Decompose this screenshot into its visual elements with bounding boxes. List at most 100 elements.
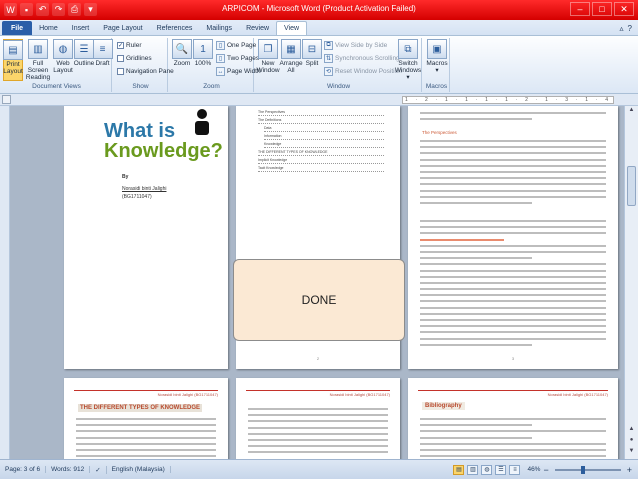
- next-page-icon[interactable]: ▼: [627, 448, 636, 457]
- tab-page-layout[interactable]: Page Layout: [96, 21, 149, 35]
- browse-object-icon[interactable]: ●: [627, 437, 636, 446]
- word-count-status[interactable]: Words: 912: [46, 466, 91, 473]
- minimize-button[interactable]: –: [570, 2, 590, 16]
- full-screen-view-icon[interactable]: ▥: [467, 464, 479, 475]
- tab-insert[interactable]: Insert: [65, 21, 97, 35]
- navigation-pane-checkbox[interactable]: Navigation Pane: [117, 68, 174, 75]
- switch-windows-button[interactable]: ⧉ Switch Windows ▾: [395, 39, 421, 81]
- body-text-block: [420, 110, 606, 126]
- tab-view[interactable]: View: [276, 21, 308, 35]
- person-icon: [195, 109, 209, 135]
- hundred-percent-icon: 1: [193, 39, 213, 59]
- group-label-window: Window: [326, 83, 351, 90]
- status-bar: Page: 3 of 6 Words: 912 ✓ English (Malay…: [0, 459, 638, 479]
- toc-row[interactable]: Information: [264, 134, 384, 140]
- scroll-up-icon[interactable]: ▲: [627, 107, 636, 116]
- vertical-ruler[interactable]: [0, 106, 10, 459]
- macros-button[interactable]: ▣ Macros ▾: [426, 39, 448, 74]
- full-screen-reading-button[interactable]: ▥ Full Screen Reading: [25, 39, 51, 81]
- horizontal-ruler[interactable]: 1 · 2 · 1 · 1 · 1 · 1 · 2 · 1 · 3 · 1 · …: [0, 94, 638, 106]
- minimize-ribbon-icon[interactable]: ▵: [620, 24, 624, 33]
- cover-title-knowledge: Knowledge?: [104, 140, 223, 162]
- maximize-button[interactable]: □: [592, 2, 612, 16]
- toc-row[interactable]: Tacit Knowledge: [258, 166, 384, 172]
- group-label-show: Show: [132, 83, 149, 90]
- web-layout-button[interactable]: ◍ Web Layout: [53, 39, 73, 74]
- help-icon[interactable]: ?: [628, 24, 632, 33]
- ruler-scale: 1 · 2 · 1 · 1 · 1 · 1 · 2 · 1 · 3 · 1 · …: [402, 96, 614, 104]
- group-label-macros: Macros: [425, 83, 448, 90]
- language-status[interactable]: English (Malaysia): [107, 466, 171, 473]
- split-button[interactable]: ⊟ Split: [302, 39, 322, 67]
- reset-position-icon: ⟲: [324, 67, 333, 76]
- tab-home[interactable]: Home: [32, 21, 65, 35]
- view-side-by-side-button[interactable]: ⧉ View Side by Side: [324, 41, 387, 50]
- tab-file[interactable]: File: [2, 21, 33, 35]
- toc-row[interactable]: Data: [264, 126, 384, 132]
- page-number: 2: [316, 356, 320, 361]
- tab-references[interactable]: References: [150, 21, 200, 35]
- reset-window-position-button[interactable]: ⟲ Reset Window Position: [324, 67, 402, 76]
- zoom-level[interactable]: 46%: [527, 466, 540, 473]
- page-cover[interactable]: What is Knowledge? By Norasidi binti Jal…: [64, 106, 228, 369]
- web-layout-icon: ◍: [53, 39, 73, 59]
- page-definitions[interactable]: Norasidi binti Jalighi (BG1711047): [236, 378, 400, 459]
- toc-row[interactable]: The Definitions: [258, 118, 384, 124]
- title-bar: W ▪ ↶ ↷ ⎙ ▾ ARPICOM - Microsoft Word (Pr…: [0, 0, 638, 20]
- print-layout-button[interactable]: ▤ Print Layout: [3, 39, 23, 81]
- close-button[interactable]: ✕: [614, 2, 634, 16]
- toc-row[interactable]: The Perspectives: [258, 110, 384, 116]
- zoom-slider-thumb[interactable]: [580, 465, 585, 474]
- page-count-status[interactable]: Page: 3 of 6: [0, 466, 47, 473]
- ruler-checkbox[interactable]: ✓ Ruler: [117, 42, 142, 49]
- vertical-scrollbar[interactable]: ▲ ▲ ● ▼: [624, 106, 638, 459]
- draft-icon: ≡: [92, 39, 113, 59]
- group-macros: ▣ Macros ▾ Macros: [424, 38, 450, 92]
- two-pages-icon: ▯: [216, 54, 225, 63]
- page-perspectives[interactable]: The Perspectives 3: [408, 106, 618, 369]
- scrollbar-thumb[interactable]: [627, 166, 636, 206]
- group-zoom: 🔍 Zoom 1 100% ▯ One Page ▯ Two Pages ↔ P…: [170, 38, 261, 92]
- synchronous-scrolling-button[interactable]: ⇅ Synchronous Scrolling: [324, 54, 400, 63]
- tab-mailings[interactable]: Mailings: [199, 21, 239, 35]
- page-width-icon: ↔: [216, 67, 225, 76]
- zoom-button[interactable]: 🔍 Zoom: [172, 39, 192, 67]
- zoom-slider[interactable]: [554, 465, 621, 474]
- previous-page-icon[interactable]: ▲: [627, 426, 636, 435]
- zoom-in-button[interactable]: +: [627, 465, 632, 475]
- zoom-out-button[interactable]: −: [543, 465, 548, 475]
- tab-review[interactable]: Review: [239, 21, 276, 35]
- page-bibliography[interactable]: Norasidi binti Jalighi (BG1711047) Bibli…: [408, 378, 618, 459]
- gridlines-checkbox[interactable]: Gridlines: [117, 55, 152, 62]
- body-text-block: [420, 138, 606, 214]
- toc-row[interactable]: Implicit Knowledge: [258, 158, 384, 164]
- page-types-of-knowledge[interactable]: Norasidi binti Jalighi (BG1711047) THE D…: [64, 378, 228, 459]
- tab-selector-icon[interactable]: [2, 95, 11, 104]
- toc-row[interactable]: Knowledge: [264, 142, 384, 148]
- done-overlay: DONE: [233, 259, 405, 341]
- toc-row[interactable]: THE DIFFERENT TYPES OF KNOWLEDGE: [258, 150, 384, 156]
- two-pages-button[interactable]: ▯ Two Pages: [216, 54, 259, 63]
- draft-view-icon[interactable]: ≡: [509, 464, 521, 475]
- split-icon: ⊟: [302, 39, 322, 59]
- outline-button[interactable]: ☰ Outline: [74, 39, 94, 67]
- outline-view-icon[interactable]: ☰: [495, 464, 507, 475]
- print-layout-view-icon[interactable]: ▤: [453, 464, 465, 475]
- arrange-all-icon: ▦: [281, 39, 301, 59]
- draft-button[interactable]: ≡ Draft: [92, 39, 113, 67]
- body-text-block: [420, 416, 606, 459]
- outline-icon: ☰: [74, 39, 94, 59]
- cover-by: By: [122, 174, 129, 180]
- proofing-icon[interactable]: ✓: [90, 465, 107, 474]
- arrange-all-button[interactable]: ▦ Arrange All: [279, 39, 303, 74]
- web-layout-view-icon[interactable]: ◍: [481, 464, 493, 475]
- ribbon-tabs: File Home Insert Page Layout References …: [0, 20, 638, 36]
- zoom-100-button[interactable]: 1 100%: [193, 39, 213, 67]
- new-window-button[interactable]: ❐ New Window: [256, 39, 280, 74]
- page-width-button[interactable]: ↔ Page Width: [216, 67, 261, 76]
- new-window-icon: ❐: [258, 39, 278, 59]
- section-heading-bibliography: Bibliography: [422, 402, 465, 410]
- group-document-views: ▤ Print Layout ▥ Full Screen Reading ◍ W…: [2, 38, 113, 92]
- body-text-block: [420, 218, 606, 368]
- one-page-button[interactable]: ▯ One Page: [216, 41, 256, 50]
